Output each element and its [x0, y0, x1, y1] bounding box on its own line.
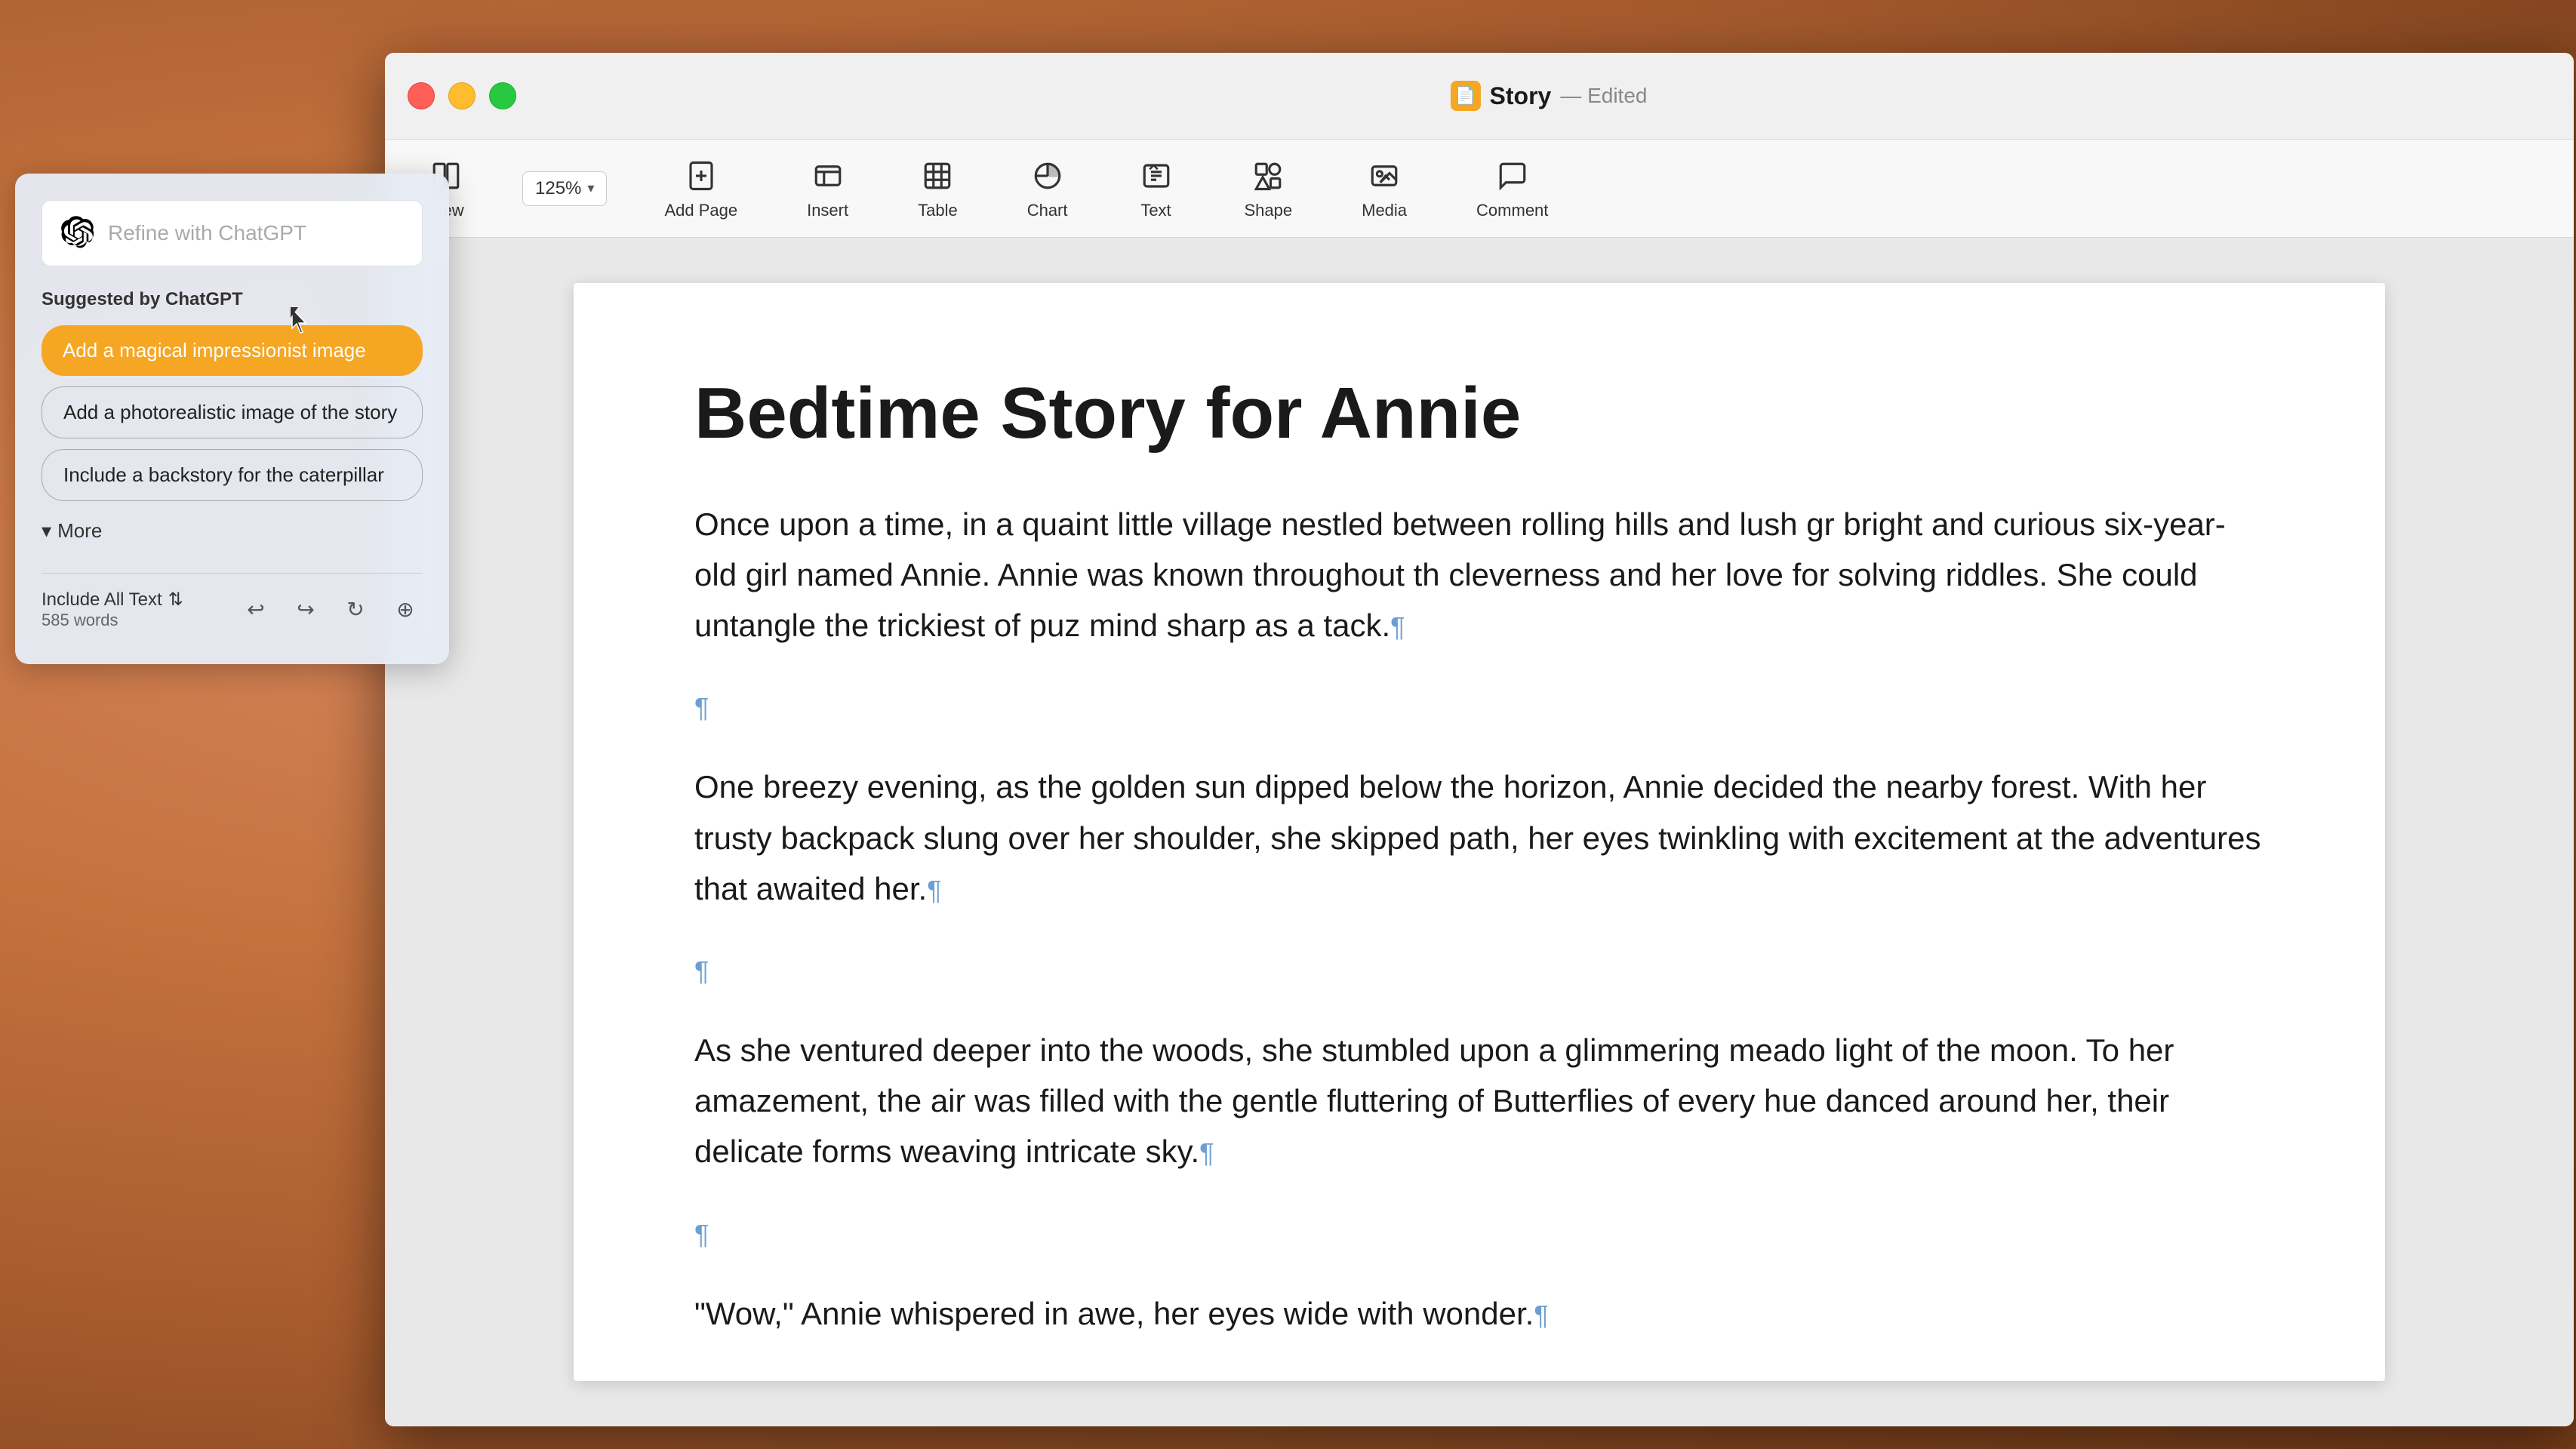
suggestion-photorealistic-image-button[interactable]: Add a photorealistic image of the story	[42, 386, 423, 438]
chatgpt-logo-icon	[61, 216, 96, 251]
redo-button[interactable]: ↪	[288, 592, 323, 627]
empty-para-4: ¶	[694, 1369, 2264, 1381]
empty-para-3: ¶	[694, 1208, 2264, 1258]
add-page-label: Add Page	[664, 201, 737, 220]
document-title: Bedtime Story for Annie	[694, 374, 2264, 454]
text-icon	[1137, 157, 1175, 195]
insert-label: Insert	[807, 201, 848, 220]
window-title-suffix: — Edited	[1560, 84, 1647, 108]
zoom-chevron-icon: ▾	[587, 180, 594, 196]
toolbar: View 125% ▾ Add Page	[385, 140, 2574, 238]
more-button[interactable]: ▾ More	[42, 512, 102, 550]
table-icon	[919, 157, 956, 195]
window-title: Story	[1490, 82, 1552, 110]
more-chevron-icon: ▾	[42, 519, 51, 543]
mouse-cursor	[291, 307, 309, 334]
comment-icon	[1494, 157, 1531, 195]
comment-label: Comment	[1476, 201, 1548, 220]
chatgpt-panel: Refine with ChatGPT Suggested by ChatGPT…	[15, 174, 449, 664]
para-mark-empty-2: ¶	[694, 955, 709, 986]
toolbar-table-button[interactable]: Table	[906, 151, 970, 226]
refresh-button[interactable]: ↻	[338, 592, 373, 627]
media-icon	[1365, 157, 1403, 195]
toolbar-chart-button[interactable]: Chart	[1015, 151, 1080, 226]
toolbar-media-button[interactable]: Media	[1350, 151, 1419, 226]
table-label: Table	[918, 201, 958, 220]
toolbar-comment-button[interactable]: Comment	[1464, 151, 1560, 226]
paragraph-3: As she ventured deeper into the woods, s…	[694, 1025, 2264, 1177]
include-all-text-row[interactable]: Include All Text ⇅	[42, 589, 183, 611]
para-mark-2: ¶	[927, 875, 941, 906]
chatgpt-input-row[interactable]: Refine with ChatGPT	[42, 200, 423, 266]
more-label: More	[57, 519, 102, 543]
para-mark-1: ¶	[1390, 611, 1405, 642]
suggestion-caterpillar-backstory-button[interactable]: Include a backstory for the caterpillar	[42, 449, 423, 501]
para-mark-4: ¶	[1534, 1300, 1548, 1331]
toolbar-add-page-button[interactable]: Add Page	[652, 151, 749, 226]
titlebar: 📄 Story — Edited	[385, 53, 2574, 140]
footer-actions: ↩ ↪ ↻ ⊕	[239, 592, 423, 627]
close-button[interactable]	[408, 82, 435, 109]
chart-icon	[1029, 157, 1066, 195]
panel-footer: Include All Text ⇅ 585 words ↩ ↪ ↻ ⊕	[42, 573, 423, 630]
include-all-text-chevron-icon: ⇅	[168, 589, 183, 611]
document-icon: 📄	[1451, 81, 1481, 111]
suggested-by-chatgpt-label: Suggested by ChatGPT	[42, 289, 423, 310]
empty-para-2: ¶	[694, 944, 2264, 995]
text-label: Text	[1140, 201, 1171, 220]
undo-button[interactable]: ↩	[239, 592, 273, 627]
zoom-value: 125%	[535, 178, 581, 199]
minimize-button[interactable]	[448, 82, 475, 109]
para-mark-empty-3: ¶	[694, 1219, 709, 1250]
include-all-text-label: Include All Text	[42, 589, 162, 611]
traffic-lights	[408, 82, 516, 109]
para-mark-empty-1: ¶	[694, 692, 709, 723]
paragraph-1: Once upon a time, in a quaint little vil…	[694, 499, 2264, 651]
document-page: Bedtime Story for Annie Once upon a time…	[574, 283, 2385, 1381]
paragraph-4: "Wow," Annie whispered in awe, her eyes …	[694, 1288, 2264, 1339]
toolbar-insert-button[interactable]: Insert	[795, 151, 860, 226]
chart-label: Chart	[1027, 201, 1068, 220]
toolbar-shape-button[interactable]: Shape	[1233, 151, 1305, 226]
add-page-icon	[682, 157, 720, 195]
para-mark-3: ¶	[1199, 1137, 1214, 1168]
empty-para-1: ¶	[694, 681, 2264, 731]
chatgpt-input-placeholder[interactable]: Refine with ChatGPT	[108, 221, 306, 245]
zoom-control[interactable]: 125% ▾	[522, 171, 607, 206]
suggestion-magical-image-button[interactable]: Add a magical impressionist image	[42, 325, 423, 376]
paragraph-2: One breezy evening, as the golden sun di…	[694, 761, 2264, 914]
shape-icon	[1249, 157, 1287, 195]
content-area: Bedtime Story for Annie Once upon a time…	[385, 238, 2574, 1426]
toolbar-text-button[interactable]: Text	[1125, 151, 1187, 226]
word-count: 585 words	[42, 611, 183, 630]
media-label: Media	[1362, 201, 1407, 220]
maximize-button[interactable]	[489, 82, 516, 109]
insert-icon	[809, 157, 847, 195]
pages-window: 📄 Story — Edited View 125% ▾	[385, 53, 2574, 1426]
title-center: 📄 Story — Edited	[546, 81, 2551, 111]
add-button[interactable]: ⊕	[388, 592, 423, 627]
shape-label: Shape	[1245, 201, 1293, 220]
para-mark-empty-4: ¶	[694, 1380, 709, 1381]
